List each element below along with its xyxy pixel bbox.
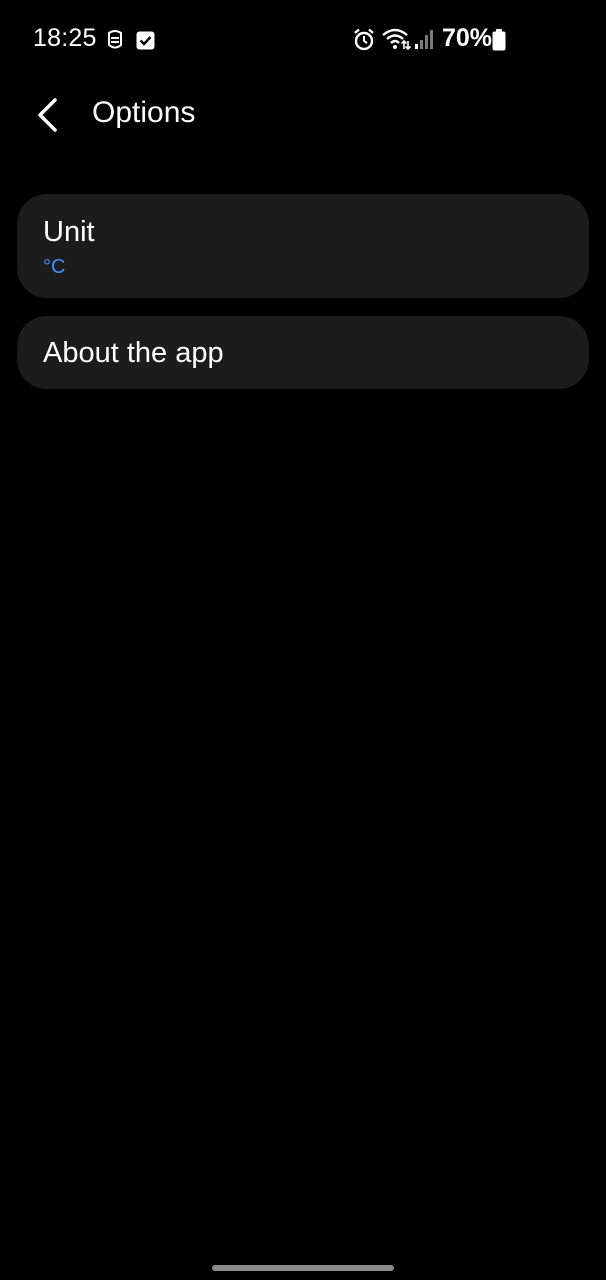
about-app-title: About the app (43, 337, 224, 369)
back-button[interactable] (22, 90, 72, 140)
battery-percent: 70% (442, 24, 493, 52)
alarm-icon (354, 28, 374, 51)
checkbox-notification-icon (136, 31, 155, 50)
battery-icon (492, 29, 506, 51)
unit-setting-title: Unit (43, 216, 95, 248)
unit-setting-item[interactable]: Unit °C (17, 194, 589, 298)
chevron-left-icon (38, 98, 57, 132)
wifi-icon (382, 28, 411, 51)
signal-icon (415, 30, 433, 49)
status-bar: 18:25 70% (0, 0, 606, 80)
notification-app-icon (108, 30, 122, 49)
unit-setting-value: °C (43, 256, 66, 278)
about-app-item[interactable]: About the app (17, 316, 589, 389)
home-indicator[interactable] (212, 1265, 394, 1271)
status-time: 18:25 (33, 24, 97, 52)
page-title: Options (92, 96, 196, 129)
app-header: Options (0, 80, 606, 150)
